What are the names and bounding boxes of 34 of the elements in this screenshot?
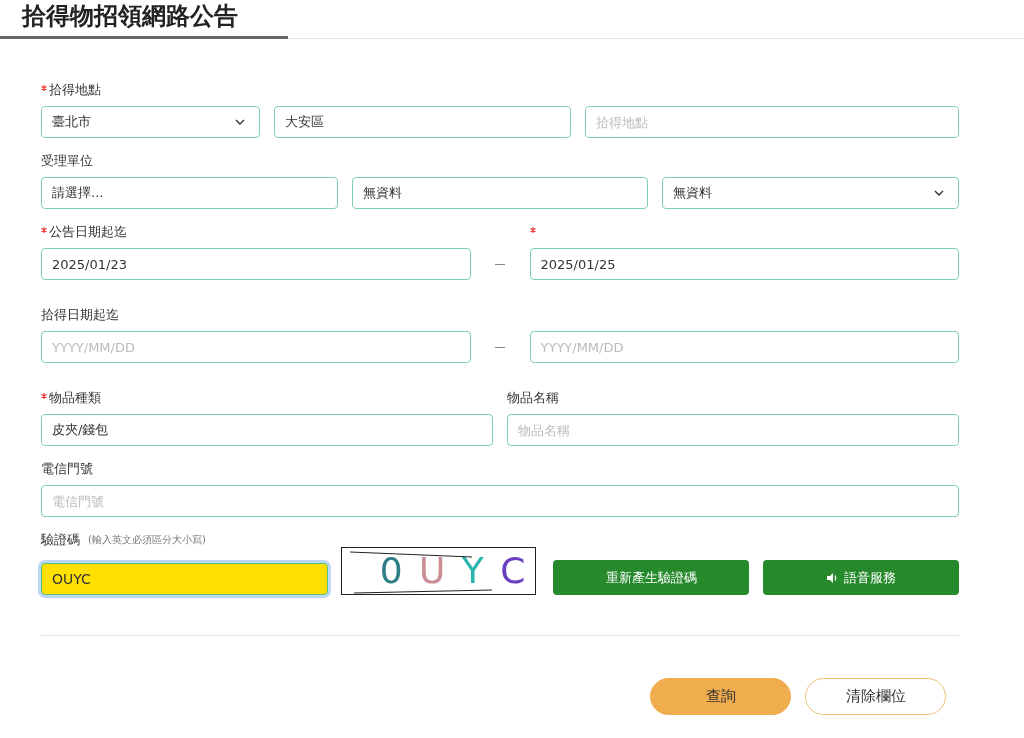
select-field[interactable]: 臺北市 — [41, 106, 260, 138]
refresh-captcha-button[interactable]: 重新產生驗證碼 — [553, 560, 750, 595]
input-field[interactable]: 2025/01/25 — [529, 248, 959, 280]
chevron-down-icon — [235, 119, 245, 125]
chevron-down-icon — [934, 190, 944, 196]
input-field[interactable]: 請選擇... — [41, 177, 338, 209]
hint-text: (輸入英文必須區分大小寫) — [88, 533, 206, 547]
field-label: 拾得日期起迄 — [41, 306, 119, 324]
range-dash-icon — [495, 263, 505, 265]
input-field[interactable]: 拾得地點 — [585, 106, 959, 138]
captcha-input-field[interactable]: OUYC — [41, 563, 328, 595]
input-field[interactable]: 大安區 — [274, 106, 571, 138]
range-dash-icon — [495, 346, 505, 348]
input-field[interactable]: 2025/01/23 — [41, 248, 471, 280]
search-button[interactable]: 查詢 — [650, 678, 791, 715]
audio-service-button[interactable]: 語音服務 — [763, 560, 959, 595]
speaker-icon — [826, 572, 838, 583]
captcha-image: 0 U Y C — [340, 547, 537, 595]
input-field[interactable]: 物品名稱 — [507, 414, 959, 446]
select-field[interactable]: 無資料 — [662, 177, 959, 209]
input-field[interactable]: YYYY/MM/DD — [529, 331, 959, 363]
input-field[interactable]: YYYY/MM/DD — [41, 331, 471, 363]
field-label: 物品種類 — [49, 389, 101, 407]
field-label: 受理單位 — [41, 152, 93, 170]
field-label: 電信門號 — [41, 460, 93, 478]
field-label: 驗證碼 — [41, 531, 80, 549]
field-label: 公告日期起迄 — [49, 223, 127, 241]
field-label: 物品名稱 — [507, 389, 559, 407]
input-field[interactable]: 電信門號 — [41, 485, 959, 517]
field-label: 拾得地點 — [49, 81, 101, 99]
page-title: 拾得物招領網路公告 — [20, 1, 239, 32]
clear-button[interactable]: 清除欄位 — [805, 678, 946, 715]
input-field[interactable]: 無資料 — [351, 177, 649, 209]
input-field[interactable]: 皮夾/錢包 — [41, 414, 493, 446]
